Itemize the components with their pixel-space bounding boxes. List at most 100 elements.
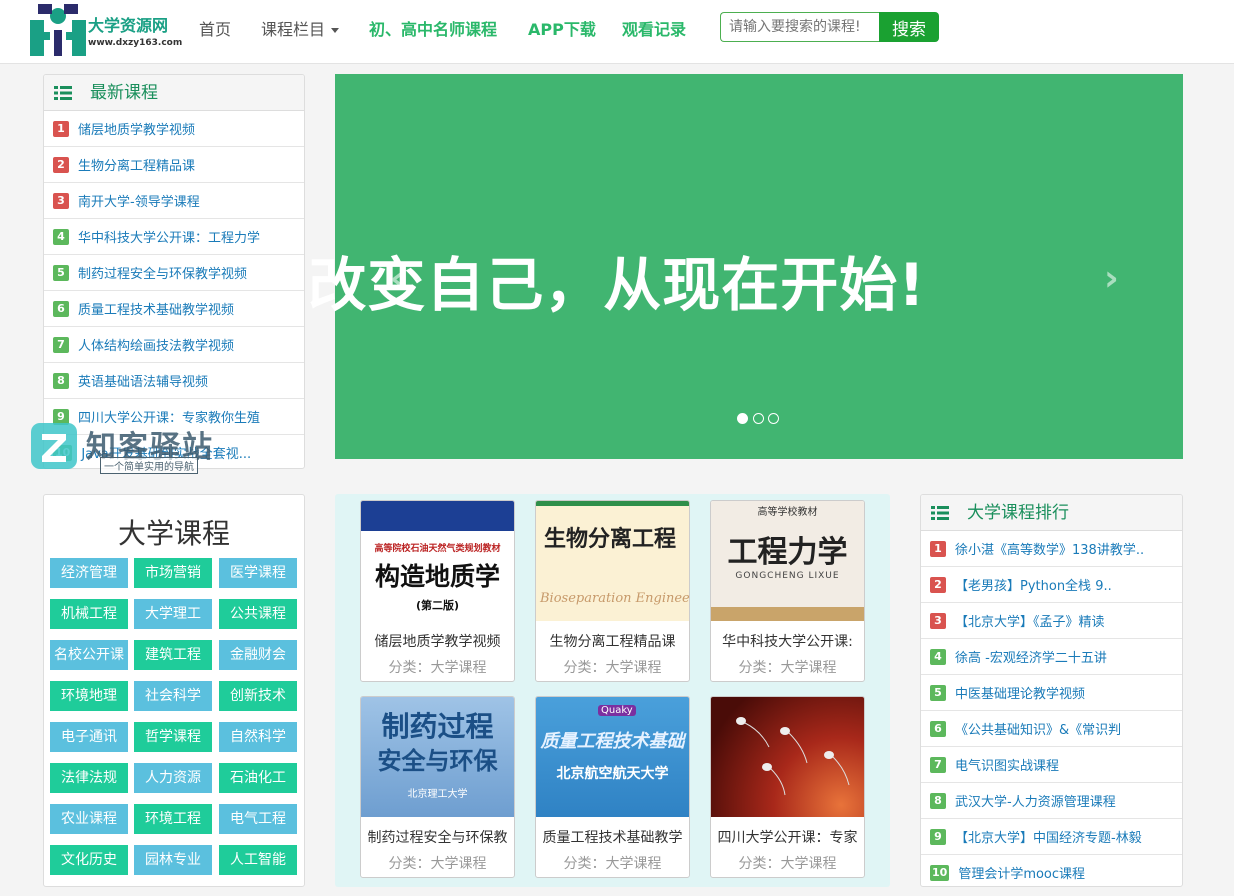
- course-title[interactable]: 生物分离工程精品课: [536, 631, 689, 651]
- nav-watch-history[interactable]: 观看记录: [622, 16, 686, 40]
- carousel-next-icon[interactable]: ›: [1104, 258, 1119, 299]
- list-item[interactable]: 2 生物分离工程精品课: [44, 147, 304, 183]
- course-link[interactable]: 南开大学-领导学课程: [78, 191, 200, 210]
- category-tag[interactable]: 经济管理: [50, 558, 128, 588]
- watermark-subtitle: 一个简单实用的导航: [100, 457, 198, 474]
- category-tag[interactable]: 市场营销: [134, 558, 212, 588]
- course-card[interactable]: 高等学校教材 工程力学 GONGCHENG LIXUE 华中科技大学公开课: 分…: [710, 500, 865, 682]
- course-link[interactable]: 生物分离工程精品课: [78, 155, 195, 174]
- category-tag[interactable]: 自然科学: [219, 722, 297, 752]
- course-link[interactable]: 【老男孩】Python全栈 9..: [955, 575, 1112, 594]
- list-item[interactable]: 5 中医基础理论教学视频: [921, 675, 1182, 711]
- course-link[interactable]: 武汉大学-人力资源管理课程: [955, 791, 1116, 810]
- list-item[interactable]: 4 徐高 -宏观经济学二十五讲: [921, 639, 1182, 675]
- latest-courses-header: 最新课程: [44, 75, 304, 111]
- ranking-panel: 大学课程排行 1 徐小湛《高等数学》138讲教学.. 2 【老男孩】Python全栈…: [920, 494, 1183, 887]
- course-link[interactable]: 徐小湛《高等数学》138讲教学..: [955, 539, 1144, 558]
- course-card[interactable]: 高等院校石油天然气类规划教材 构造地质学 (第二版) 储层地质学教学视频 分类：…: [360, 500, 515, 682]
- course-title[interactable]: 制药过程安全与环保教: [361, 827, 514, 847]
- course-link[interactable]: 英语基础语法辅导视频: [78, 371, 208, 390]
- rank-badge: 3: [930, 612, 946, 629]
- list-item[interactable]: 7 电气识图实战课程: [921, 747, 1182, 783]
- course-link[interactable]: 管理会计学mooc课程: [958, 863, 1085, 882]
- category-tag[interactable]: 金融财会: [219, 640, 297, 670]
- list-item[interactable]: 9 【北京大学】中国经济专题-林毅: [921, 819, 1182, 855]
- course-title[interactable]: 四川大学公开课：专家: [711, 827, 864, 847]
- list-item[interactable]: 3 【北京大学】《孟子》精读: [921, 603, 1182, 639]
- cover-sub-text: Bioseparation Engineering: [540, 591, 689, 606]
- category-tag[interactable]: 人工智能: [219, 845, 297, 875]
- category-tag[interactable]: 公共课程: [219, 599, 297, 629]
- category-tag[interactable]: 环境工程: [134, 804, 212, 834]
- course-category: 分类：大学课程: [388, 660, 487, 676]
- carousel-prev-icon[interactable]: ‹: [390, 258, 405, 299]
- category-tag[interactable]: 石油化工: [219, 763, 297, 793]
- course-title[interactable]: 华中科技大学公开课:: [711, 631, 864, 651]
- list-item[interactable]: 1 储层地质学教学视频: [44, 111, 304, 147]
- course-link[interactable]: 中医基础理论教学视频: [955, 683, 1085, 702]
- ranking-title: 大学课程排行: [967, 503, 1069, 523]
- search-input[interactable]: [720, 12, 879, 42]
- category-tag[interactable]: 电子通讯: [50, 722, 128, 752]
- category-tag[interactable]: 人力资源: [134, 763, 212, 793]
- category-tag[interactable]: 哲学课程: [134, 722, 212, 752]
- course-link[interactable]: 【北京大学】《孟子》精读: [955, 611, 1105, 630]
- logo-icon[interactable]: [28, 2, 88, 58]
- course-link[interactable]: 【北京大学】中国经济专题-林毅: [955, 827, 1142, 846]
- latest-courses-title: 最新课程: [90, 83, 158, 103]
- nav-middle-school[interactable]: 初、高中名师课程: [369, 16, 497, 40]
- watermark: 知客驿站 一个简单实用的导航: [30, 422, 230, 474]
- course-card[interactable]: 生物分离工程 Bioseparation Engineering 生物分离工程精…: [535, 500, 690, 682]
- course-card[interactable]: 四川大学公开课：专家 分类：大学课程: [710, 696, 865, 878]
- course-link[interactable]: 《公共基础知识》&《常识判: [955, 719, 1121, 738]
- list-item[interactable]: 2 【老男孩】Python全栈 9..: [921, 567, 1182, 603]
- course-link[interactable]: 人体结构绘画技法教学视频: [78, 335, 234, 354]
- category-tag[interactable]: 名校公开课: [50, 640, 128, 670]
- list-item[interactable]: 1 徐小湛《高等数学》138讲教学..: [921, 531, 1182, 567]
- list-item[interactable]: 6 《公共基础知识》&《常识判: [921, 711, 1182, 747]
- category-tag[interactable]: 农业课程: [50, 804, 128, 834]
- cover-main-text: 制药过程: [381, 710, 494, 743]
- category-tag[interactable]: 园林专业: [134, 845, 212, 875]
- course-card[interactable]: Quaky 质量工程技术基础 北京航空航天大学 质量工程技术基础教学 分类：大学…: [535, 696, 690, 878]
- logo-url: www.dxzy163.com: [88, 38, 183, 48]
- category-tag[interactable]: 电气工程: [219, 804, 297, 834]
- nav-course-columns[interactable]: 课程栏目: [261, 16, 340, 40]
- course-title[interactable]: 储层地质学教学视频: [361, 631, 514, 651]
- carousel-dot[interactable]: [753, 413, 764, 424]
- list-item[interactable]: 8 英语基础语法辅导视频: [44, 363, 304, 399]
- category-tag[interactable]: 文化历史: [50, 845, 128, 875]
- nav-app-download[interactable]: APP下载: [528, 16, 596, 40]
- course-cover-image: 高等学校教材 工程力学 GONGCHENG LIXUE: [711, 501, 864, 621]
- list-item[interactable]: 7 人体结构绘画技法教学视频: [44, 327, 304, 363]
- category-tag[interactable]: 大学理工: [134, 599, 212, 629]
- category-tag[interactable]: 机械工程: [50, 599, 128, 629]
- nav-home[interactable]: 首页: [199, 16, 231, 40]
- list-item[interactable]: 3 南开大学-领导学课程: [44, 183, 304, 219]
- course-link[interactable]: 电气识图实战课程: [955, 755, 1059, 774]
- cover-sub-text: GONGCHENG LIXUE: [735, 571, 840, 581]
- course-category: 分类：大学课程: [563, 660, 662, 676]
- category-tag[interactable]: 建筑工程: [134, 640, 212, 670]
- list-item[interactable]: 8 武汉大学-人力资源管理课程: [921, 783, 1182, 819]
- carousel-dot-active[interactable]: [737, 413, 748, 424]
- category-tag[interactable]: 社会科学: [134, 681, 212, 711]
- cover-top-text: Quaky: [598, 705, 636, 716]
- course-link[interactable]: 徐高 -宏观经济学二十五讲: [955, 647, 1107, 666]
- university-courses-title: 大学课程: [117, 517, 230, 550]
- category-tag[interactable]: 创新技术: [219, 681, 297, 711]
- course-category: 分类：大学课程: [738, 660, 837, 676]
- list-icon: [931, 506, 949, 520]
- logo-text[interactable]: 大学资源网: [88, 12, 168, 36]
- course-card[interactable]: 制药过程 安全与环保 北京理工大学 制药过程安全与环保教 分类：大学课程: [360, 696, 515, 878]
- cover-main2-text: 安全与环保: [377, 747, 498, 775]
- category-tag[interactable]: 医学课程: [219, 558, 297, 588]
- search-button[interactable]: 搜索: [879, 12, 939, 42]
- course-link[interactable]: 储层地质学教学视频: [78, 119, 195, 138]
- list-item[interactable]: 10 管理会计学mooc课程: [921, 855, 1182, 886]
- cover-top-text: 高等学校教材: [757, 507, 818, 518]
- category-tag[interactable]: 法律法规: [50, 763, 128, 793]
- carousel-dot[interactable]: [768, 413, 779, 424]
- category-tag[interactable]: 环境地理: [50, 681, 128, 711]
- course-title[interactable]: 质量工程技术基础教学: [536, 827, 689, 847]
